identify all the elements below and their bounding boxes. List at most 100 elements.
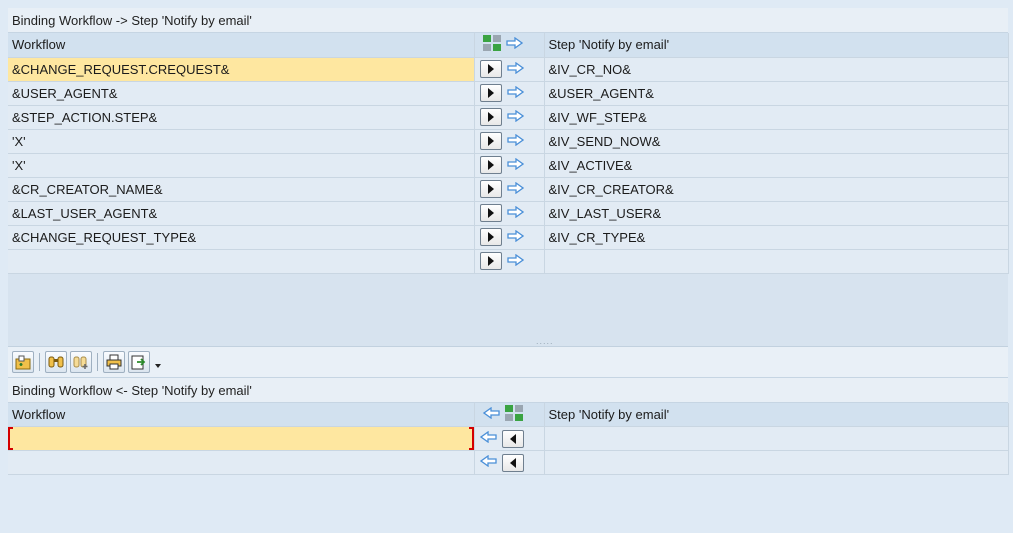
column-header-workflow[interactable]: Workflow bbox=[8, 33, 475, 58]
arrow-right-icon bbox=[506, 109, 524, 125]
export-dropdown[interactable] bbox=[153, 351, 163, 373]
assign-right-button[interactable] bbox=[479, 228, 502, 246]
arrow-left-icon bbox=[479, 454, 497, 470]
arrow-right-icon bbox=[506, 85, 524, 101]
assign-right-button[interactable] bbox=[479, 156, 502, 174]
workflow-expression-cell[interactable] bbox=[8, 249, 475, 274]
top-binding-rows: &CHANGE_REQUEST.CREQUEST& &IV_CR_NO& &USER… bbox=[8, 57, 1009, 274]
splitter-handle[interactable]: ..... bbox=[536, 336, 554, 346]
bottom-binding-table: Workflow Step 'Notify by email' bbox=[8, 402, 1009, 427]
workflow-expression-input[interactable] bbox=[8, 450, 475, 475]
step-container-element-cell[interactable]: &IV_LAST_USER& bbox=[544, 201, 1009, 226]
step-container-element-cell[interactable] bbox=[544, 249, 1009, 274]
required-marker-right bbox=[468, 427, 473, 450]
workflow-expression-cell[interactable]: &STEP_ACTION.STEP& bbox=[8, 105, 475, 130]
toolbar-separator bbox=[39, 352, 40, 371]
table-row[interactable]: &LAST_USER_AGENT& &IV_LAST_USER& bbox=[8, 201, 1009, 226]
arrow-right-icon bbox=[506, 157, 524, 173]
table-header-row: Workflow Step 'Notify by email' bbox=[8, 402, 1009, 427]
arrow-right-icon bbox=[505, 36, 523, 52]
triangle-right-icon bbox=[487, 136, 494, 146]
step-container-element-cell[interactable]: &IV_CR_NO& bbox=[544, 57, 1009, 82]
workflow-expression-cell[interactable]: 'X' bbox=[8, 129, 475, 154]
step-container-element-cell[interactable]: &IV_CR_TYPE& bbox=[544, 225, 1009, 250]
printer-icon bbox=[106, 354, 122, 369]
binoculars-plus-icon bbox=[73, 356, 88, 369]
step-container-element-cell[interactable]: &IV_ACTIVE& bbox=[544, 153, 1009, 178]
table-row[interactable] bbox=[8, 427, 1009, 451]
generate-binding-icon[interactable] bbox=[482, 35, 501, 54]
triangle-left-icon bbox=[509, 433, 516, 444]
bottom-binding-rows bbox=[8, 427, 1009, 475]
column-header-workflow[interactable]: Workflow bbox=[8, 402, 475, 427]
generate-binding-icon[interactable] bbox=[504, 404, 523, 424]
triangle-right-icon bbox=[487, 160, 494, 170]
assign-left-button[interactable] bbox=[501, 429, 524, 448]
workflow-expression-cell[interactable]: &CHANGE_REQUEST.CREQUEST& bbox=[8, 57, 475, 82]
table-row[interactable] bbox=[8, 249, 1009, 274]
triangle-right-icon bbox=[487, 112, 494, 122]
assign-right-button[interactable] bbox=[479, 84, 502, 102]
top-binding-table: Workflow Step 'Notify by email' bbox=[8, 33, 1009, 58]
table-row[interactable]: 'X' &IV_SEND_NOW& bbox=[8, 129, 1009, 154]
column-header-step[interactable]: Step 'Notify by email' bbox=[544, 33, 1009, 58]
triangle-right-icon bbox=[487, 64, 494, 74]
assign-right-button[interactable] bbox=[479, 252, 502, 270]
assign-right-button[interactable] bbox=[479, 204, 502, 222]
arrow-right-icon bbox=[506, 133, 524, 149]
triangle-right-icon bbox=[487, 88, 494, 98]
chevron-down-icon bbox=[155, 363, 161, 368]
binoculars-icon bbox=[48, 356, 64, 367]
arrow-right-icon bbox=[506, 229, 524, 245]
assign-right-button[interactable] bbox=[479, 108, 502, 126]
workflow-expression-cell[interactable]: 'X' bbox=[8, 153, 475, 178]
table-row[interactable]: &CHANGE_REQUEST.CREQUEST& &IV_CR_NO& bbox=[8, 57, 1009, 82]
table-row[interactable]: &CHANGE_REQUEST_TYPE& &IV_CR_TYPE& bbox=[8, 225, 1009, 250]
step-container-element-cell[interactable]: &IV_WF_STEP& bbox=[544, 105, 1009, 130]
export-icon bbox=[131, 355, 146, 369]
step-container-element-cell[interactable] bbox=[544, 427, 1009, 451]
workflow-expression-cell[interactable]: &LAST_USER_AGENT& bbox=[8, 201, 475, 226]
arrow-left-icon bbox=[482, 406, 500, 422]
find-next-button[interactable] bbox=[70, 350, 92, 373]
step-container-element-cell[interactable] bbox=[544, 450, 1009, 475]
arrow-right-icon bbox=[506, 181, 524, 197]
table-row[interactable] bbox=[8, 450, 1009, 475]
binding-editor: Binding Workflow -> Step 'Notify by emai… bbox=[8, 8, 1009, 528]
toolbar-separator bbox=[97, 352, 98, 371]
table-header-row: Workflow Step 'Notify by email' bbox=[8, 33, 1009, 58]
print-button[interactable] bbox=[103, 350, 125, 373]
arrow-right-icon bbox=[506, 253, 524, 269]
bottom-binding-title: Binding Workflow <- Step 'Notify by emai… bbox=[8, 377, 1008, 403]
arrow-right-icon bbox=[506, 205, 524, 221]
assign-right-button[interactable] bbox=[479, 180, 502, 198]
workflow-expression-cell[interactable]: &CR_CREATOR_NAME& bbox=[8, 177, 475, 202]
assign-left-button[interactable] bbox=[501, 453, 524, 472]
required-marker-left bbox=[8, 427, 13, 450]
triangle-right-icon bbox=[487, 184, 494, 194]
export-button[interactable] bbox=[128, 350, 150, 373]
workflow-expression-cell[interactable]: &USER_AGENT& bbox=[8, 81, 475, 106]
details-button[interactable] bbox=[12, 350, 34, 373]
empty-table-area: ..... bbox=[8, 273, 1008, 347]
table-row[interactable]: &STEP_ACTION.STEP& &IV_WF_STEP& bbox=[8, 105, 1009, 130]
details-icon bbox=[15, 355, 31, 369]
table-row[interactable]: &CR_CREATOR_NAME& &IV_CR_CREATOR& bbox=[8, 177, 1009, 202]
assign-right-button[interactable] bbox=[479, 132, 502, 150]
workflow-expression-input[interactable] bbox=[8, 427, 475, 451]
column-header-step[interactable]: Step 'Notify by email' bbox=[544, 402, 1009, 427]
assign-right-button[interactable] bbox=[479, 60, 502, 78]
triangle-right-icon bbox=[487, 232, 494, 242]
triangle-right-icon bbox=[487, 208, 494, 218]
toolbar bbox=[8, 346, 1008, 378]
step-container-element-cell[interactable]: &IV_SEND_NOW& bbox=[544, 129, 1009, 154]
table-row[interactable]: &USER_AGENT& &USER_AGENT& bbox=[8, 81, 1009, 106]
arrow-left-icon bbox=[479, 430, 497, 446]
table-row[interactable]: 'X' &IV_ACTIVE& bbox=[8, 153, 1009, 178]
find-button[interactable] bbox=[45, 350, 67, 373]
step-container-element-cell[interactable]: &USER_AGENT& bbox=[544, 81, 1009, 106]
step-container-element-cell[interactable]: &IV_CR_CREATOR& bbox=[544, 177, 1009, 202]
arrow-right-icon bbox=[506, 61, 524, 77]
triangle-right-icon bbox=[487, 256, 494, 266]
workflow-expression-cell[interactable]: &CHANGE_REQUEST_TYPE& bbox=[8, 225, 475, 250]
